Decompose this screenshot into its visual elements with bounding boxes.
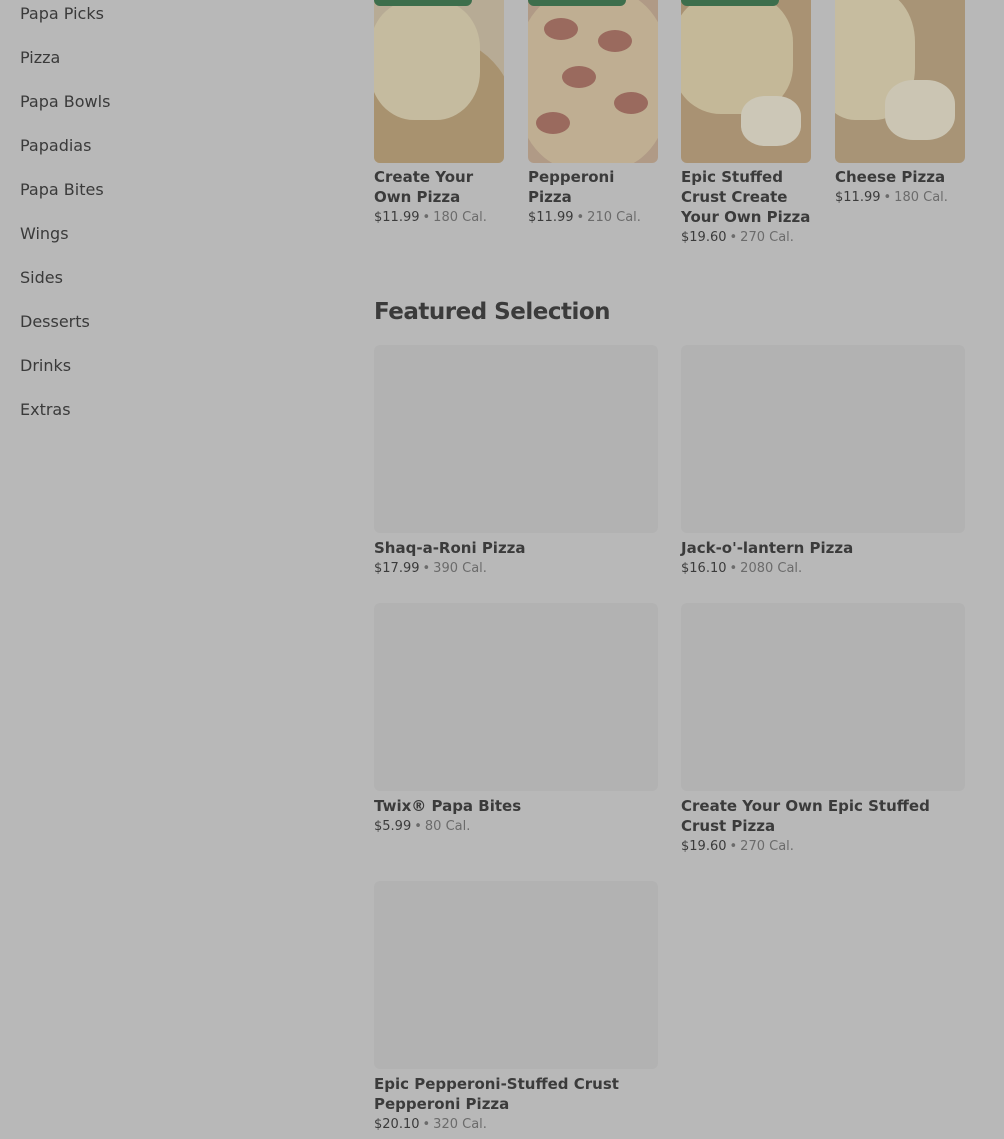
pepperoni-graphic <box>614 92 648 114</box>
pepperoni-graphic <box>562 66 596 88</box>
product-price: $19.60 <box>681 230 727 245</box>
product-title[interactable]: Epic Stuffed Crust Create Your Own Pizza <box>681 167 813 227</box>
featured-image-placeholder[interactable] <box>681 603 965 791</box>
featured-image-placeholder[interactable] <box>374 881 658 1069</box>
featured-title[interactable]: Jack-o'-lantern Pizza <box>681 538 965 558</box>
meta-separator: • <box>729 230 738 245</box>
meta-separator: • <box>729 561 738 576</box>
product-image[interactable] <box>681 0 811 163</box>
featured-calories: 390 Cal. <box>433 561 487 576</box>
featured-price: $16.10 <box>681 561 727 576</box>
product-meta: $19.60 • 270 Cal. <box>681 229 811 247</box>
product-card[interactable]: Epic Stuffed Crust Create Your Own Pizza… <box>681 0 811 247</box>
featured-title[interactable]: Twix® Papa Bites <box>374 796 658 816</box>
featured-price: $17.99 <box>374 561 420 576</box>
product-calories: 210 Cal. <box>587 210 641 225</box>
pepperoni-graphic <box>544 18 578 40</box>
product-meta: $11.99 • 180 Cal. <box>374 209 504 227</box>
featured-title[interactable]: Create Your Own Epic Stuffed Crust Pizza <box>681 796 965 836</box>
product-calories: 180 Cal. <box>433 210 487 225</box>
sidebar-item-papa-bowls[interactable]: Papa Bowls <box>20 90 110 114</box>
meta-separator: • <box>576 210 585 225</box>
featured-title[interactable]: Epic Pepperoni-Stuffed Crust Pepperoni P… <box>374 1074 658 1114</box>
sidebar-item-papa-bites[interactable]: Papa Bites <box>20 178 104 202</box>
sidebar-item-drinks[interactable]: Drinks <box>20 354 71 378</box>
product-title[interactable]: Cheese Pizza <box>835 167 967 187</box>
meta-separator: • <box>422 1117 431 1132</box>
sidebar-item-desserts[interactable]: Desserts <box>20 310 90 334</box>
product-image[interactable] <box>835 0 965 163</box>
sidebar-item-papa-picks[interactable]: Papa Picks <box>20 2 104 26</box>
meta-separator: • <box>422 210 431 225</box>
featured-card[interactable]: Twix® Papa Bites $5.99 • 80 Cal. <box>374 603 658 836</box>
product-price: $11.99 <box>835 190 881 205</box>
sidebar-item-sides[interactable]: Sides <box>20 266 63 290</box>
product-card[interactable]: Cheese Pizza $11.99 • 180 Cal. <box>835 0 965 207</box>
featured-meta: $19.60 • 270 Cal. <box>681 838 965 856</box>
product-price: $11.99 <box>374 210 420 225</box>
featured-price: $5.99 <box>374 819 412 834</box>
featured-meta: $16.10 • 2080 Cal. <box>681 560 965 578</box>
featured-title[interactable]: Shaq-a-Roni Pizza <box>374 538 658 558</box>
product-image[interactable] <box>528 0 658 163</box>
featured-card[interactable]: Epic Pepperoni-Stuffed Crust Pepperoni P… <box>374 881 658 1134</box>
sidebar-item-pizza[interactable]: Pizza <box>20 46 60 70</box>
meta-separator: • <box>729 839 738 854</box>
product-badge <box>681 0 779 6</box>
product-meta: $11.99 • 180 Cal. <box>835 189 965 207</box>
product-price: $11.99 <box>528 210 574 225</box>
featured-image-placeholder[interactable] <box>681 345 965 533</box>
product-card[interactable]: Pepperoni Pizza $11.99 • 210 Cal. <box>528 0 658 227</box>
featured-meta: $20.10 • 320 Cal. <box>374 1116 658 1134</box>
product-image[interactable] <box>374 0 504 163</box>
product-meta: $11.99 • 210 Cal. <box>528 209 658 227</box>
stuffed-crust-graphic <box>741 96 801 146</box>
featured-meta: $5.99 • 80 Cal. <box>374 818 658 836</box>
product-calories: 270 Cal. <box>740 230 794 245</box>
meta-separator: • <box>422 561 431 576</box>
pepperoni-graphic <box>536 112 570 134</box>
meta-separator: • <box>883 190 892 205</box>
product-title[interactable]: Pepperoni Pizza <box>528 167 660 207</box>
meta-separator: • <box>414 819 422 834</box>
sidebar-item-extras[interactable]: Extras <box>20 398 71 422</box>
featured-image-placeholder[interactable] <box>374 603 658 791</box>
product-badge <box>528 0 626 6</box>
product-title[interactable]: Create Your Own Pizza <box>374 167 506 207</box>
featured-heading: Featured Selection <box>374 299 611 325</box>
featured-meta: $17.99 • 390 Cal. <box>374 560 658 578</box>
featured-price: $20.10 <box>374 1117 420 1132</box>
featured-card[interactable]: Create Your Own Epic Stuffed Crust Pizza… <box>681 603 965 856</box>
featured-calories: 320 Cal. <box>433 1117 487 1132</box>
featured-card[interactable]: Jack-o'-lantern Pizza $16.10 • 2080 Cal. <box>681 345 965 578</box>
sidebar-item-wings[interactable]: Wings <box>20 222 69 246</box>
featured-image-placeholder[interactable] <box>374 345 658 533</box>
pepperoni-graphic <box>598 30 632 52</box>
sidebar-item-papadias[interactable]: Papadias <box>20 134 91 158</box>
featured-calories: 2080 Cal. <box>740 561 803 576</box>
featured-calories: 270 Cal. <box>740 839 794 854</box>
product-card[interactable]: Create Your Own Pizza $11.99 • 180 Cal. <box>374 0 504 227</box>
product-badge <box>374 0 472 6</box>
product-calories: 180 Cal. <box>894 190 948 205</box>
pizza-cheese-graphic <box>374 0 480 120</box>
stuffed-crust-graphic <box>885 80 955 140</box>
featured-price: $19.60 <box>681 839 727 854</box>
featured-calories: 80 Cal. <box>424 819 471 834</box>
featured-card[interactable]: Shaq-a-Roni Pizza $17.99 • 390 Cal. <box>374 345 658 578</box>
